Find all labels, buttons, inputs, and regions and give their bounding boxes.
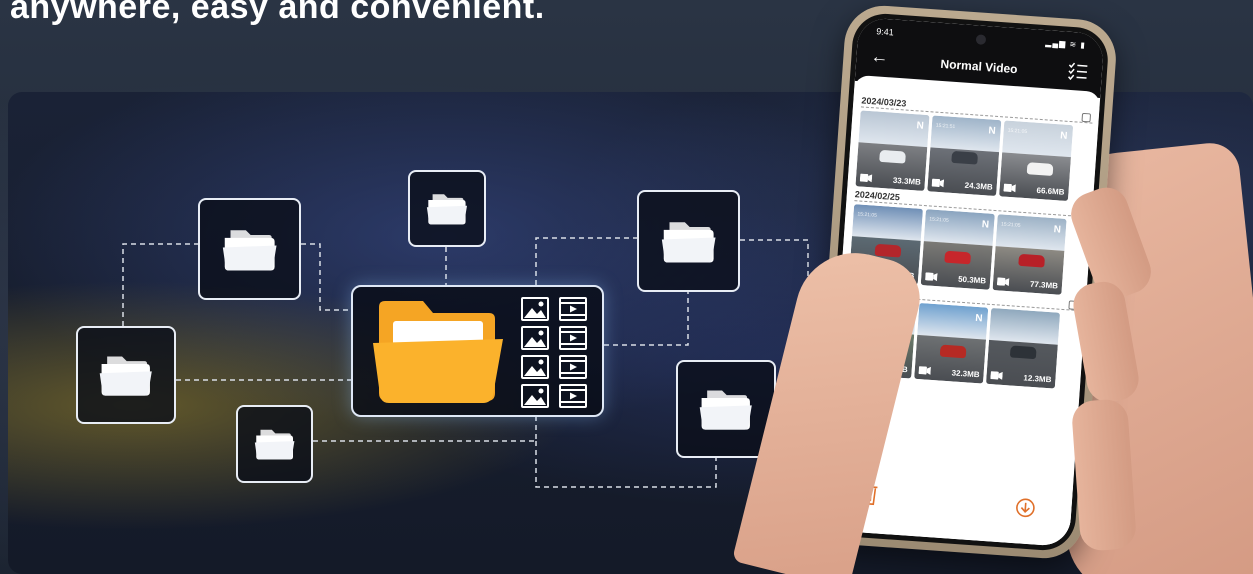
image-icon	[521, 297, 549, 321]
image-icon	[521, 384, 549, 408]
folder-icon	[222, 229, 277, 271]
download-icon[interactable]	[1015, 497, 1036, 518]
video-camera-icon	[931, 178, 945, 188]
file-size: 77.3MB	[1029, 279, 1059, 291]
thumb-timestamp: 15:21:05	[929, 216, 949, 224]
thumb-badge: N	[987, 125, 996, 137]
right-finger	[1070, 398, 1138, 552]
video-thumbnail[interactable]: 15:21:05 N 66.6MB	[999, 120, 1074, 202]
file-size: 33.3MB	[892, 175, 922, 187]
file-size: 66.6MB	[1036, 185, 1065, 197]
file-size: 24.3MB	[964, 180, 993, 192]
thumb-timestamp: 15:21:05	[857, 211, 878, 219]
file-size: 32.3MB	[951, 368, 980, 380]
video-camera-icon	[859, 173, 873, 183]
video-thumbnail[interactable]: 15:21:05 N 50.3MB	[920, 209, 995, 290]
video-camera-icon	[996, 277, 1010, 287]
file-size: 50.3MB	[957, 274, 987, 286]
folder-icon	[661, 221, 716, 263]
image-icon	[521, 355, 549, 379]
thumb-timestamp: 15:21:05	[1000, 221, 1021, 229]
select-list-icon[interactable]	[1067, 62, 1088, 81]
image-icon	[521, 326, 549, 350]
video-thumbnail[interactable]: N 33.3MB	[855, 110, 930, 192]
video-thumbnail[interactable]: 15:21:51 N 24.3MB	[927, 115, 1002, 197]
date-group: 2024/03/23 N 33.3MB 15:21:51 N 24.3MB 15…	[855, 95, 1093, 202]
folder-icon	[426, 194, 468, 225]
video-icon	[559, 297, 587, 321]
thumb-badge: N	[1059, 130, 1068, 142]
thumb-badge: N	[916, 120, 925, 132]
video-icon	[559, 384, 587, 408]
video-thumbnail[interactable]: 15:21:05 N 77.3MB	[992, 214, 1067, 295]
thumb-timestamp: 15:21:51	[935, 122, 956, 131]
folder-box-top-left[interactable]	[198, 198, 301, 300]
folder-box-bottom-left[interactable]	[236, 405, 313, 483]
video-camera-icon	[918, 366, 931, 375]
thumb-badge: N	[974, 312, 983, 325]
folder-icon	[254, 429, 295, 460]
thumb-badge: N	[1053, 224, 1062, 236]
status-icons: ▂▄▆ ≋ ▮	[1045, 38, 1087, 50]
video-camera-icon	[1003, 183, 1016, 193]
central-media-hub[interactable]	[351, 285, 604, 417]
folder-icon	[99, 356, 153, 396]
video-thumbnail[interactable]: 12.3MB	[985, 307, 1061, 389]
video-camera-icon	[990, 371, 1003, 380]
folder-box-left[interactable]	[76, 326, 176, 424]
front-camera	[975, 34, 987, 45]
file-size: 12.3MB	[1023, 373, 1052, 385]
video-camera-icon	[925, 272, 938, 282]
video-icon	[559, 326, 587, 350]
folder-box-top-center[interactable]	[408, 170, 486, 247]
thumb-timestamp: 15:21:05	[1007, 127, 1028, 136]
folder-icon	[699, 390, 753, 430]
status-time: 9:41	[875, 26, 895, 38]
scene: anywhere, easy and convenient. 9:41 ▂▄▆ …	[0, 0, 1253, 574]
video-icon	[559, 355, 587, 379]
thumb-badge: N	[981, 219, 990, 231]
folder-box-top-right[interactable]	[637, 190, 740, 292]
video-thumbnail[interactable]: N 32.3MB	[914, 302, 989, 384]
folder-icon	[373, 301, 503, 403]
